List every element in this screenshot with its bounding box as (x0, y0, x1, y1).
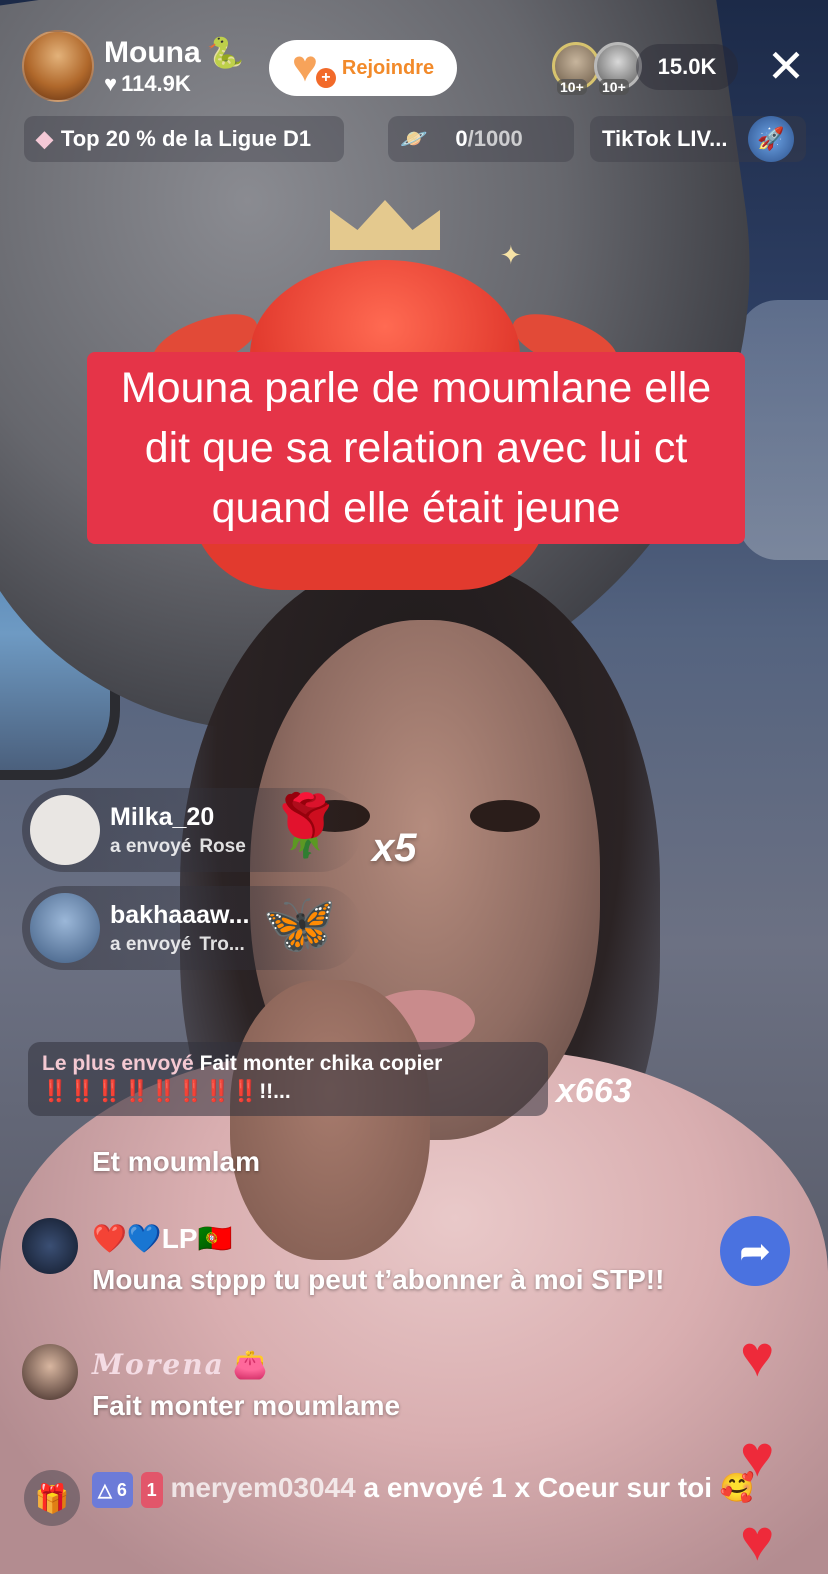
snake-icon: 🐍 (206, 36, 245, 70)
live-video: ✦ (0, 0, 828, 1574)
close-icon[interactable]: ✕ (764, 43, 808, 89)
heart-icon: ♥ (104, 70, 118, 96)
share-icon[interactable]: ➦ (720, 1216, 790, 1286)
viewer-avatar[interactable]: 10+ (594, 42, 642, 95)
top-viewers[interactable]: 10+ 10+ (552, 42, 642, 95)
chat-username[interactable]: Morena 👛 (92, 1348, 267, 1381)
most-sent-banner[interactable]: Le plus envoyé Fait monter chika copier … (28, 1042, 548, 1116)
rose-gift-icon: 🌹 (268, 792, 343, 859)
league-rank-chip[interactable]: ◆ Top 20 % de la Ligue D1 (24, 116, 344, 162)
butterfly-gift-icon: 🦋 (262, 890, 337, 957)
fan-club-heart-icon: + (292, 42, 336, 92)
viewer-avatar[interactable]: 10+ (552, 42, 600, 95)
user-avatar[interactable] (22, 1218, 78, 1274)
fan-badge: 1 (140, 1471, 163, 1508)
rocket-icon: 🚀 (748, 116, 794, 162)
caption-overlay: Mouna parle de moumlane elle dit que sa … (87, 352, 745, 544)
host-profile[interactable]: Mouna 🐍 ♥ 114.9K (22, 30, 244, 102)
chat-username[interactable]: ❤️💙LP🇵🇹 (92, 1222, 232, 1255)
floating-heart-icon: ♥ (740, 1424, 775, 1489)
floating-heart-icon: ♥ (740, 1508, 775, 1573)
user-avatar[interactable] (30, 893, 100, 963)
user-avatar[interactable] (22, 1344, 78, 1400)
goal-progress-chip[interactable]: 🪐 0/1000 (388, 116, 574, 162)
host-likes: ♥ 114.9K (104, 70, 191, 96)
purse-icon: 👛 (232, 1349, 268, 1380)
most-sent-multiplier: x663 (556, 1072, 632, 1110)
host-name: Mouna 🐍 (104, 36, 245, 70)
chat-message: Et moumlam (92, 1146, 261, 1177)
user-avatar[interactable] (30, 795, 100, 865)
system-username[interactable]: meryem03044 (170, 1472, 355, 1503)
gift-multiplier: x5 (372, 826, 417, 870)
planet-icon: 🪐 (400, 126, 428, 151)
level-badge: △ 6 (92, 1471, 133, 1508)
floating-heart-icon: ♥ (740, 1324, 775, 1389)
gift-system-message: △ 6 1 meryem03044 a envoyé 1 x Coeur sur… (92, 1470, 792, 1508)
chat-text: Fait monter moumlame (92, 1390, 401, 1421)
gift-box-icon[interactable]: 🎁 (24, 1470, 80, 1526)
diamond-icon: ◆ (36, 126, 53, 151)
viewer-count[interactable]: 15.0K (636, 44, 738, 90)
chat-text: Mouna stppp tu peut t’abonner à moi STP!… (92, 1264, 665, 1295)
tiktok-live-chip[interactable]: TikTok LIV... 🚀 (590, 116, 806, 162)
join-button[interactable]: + Rejoindre (269, 40, 457, 96)
host-avatar[interactable] (22, 30, 94, 102)
